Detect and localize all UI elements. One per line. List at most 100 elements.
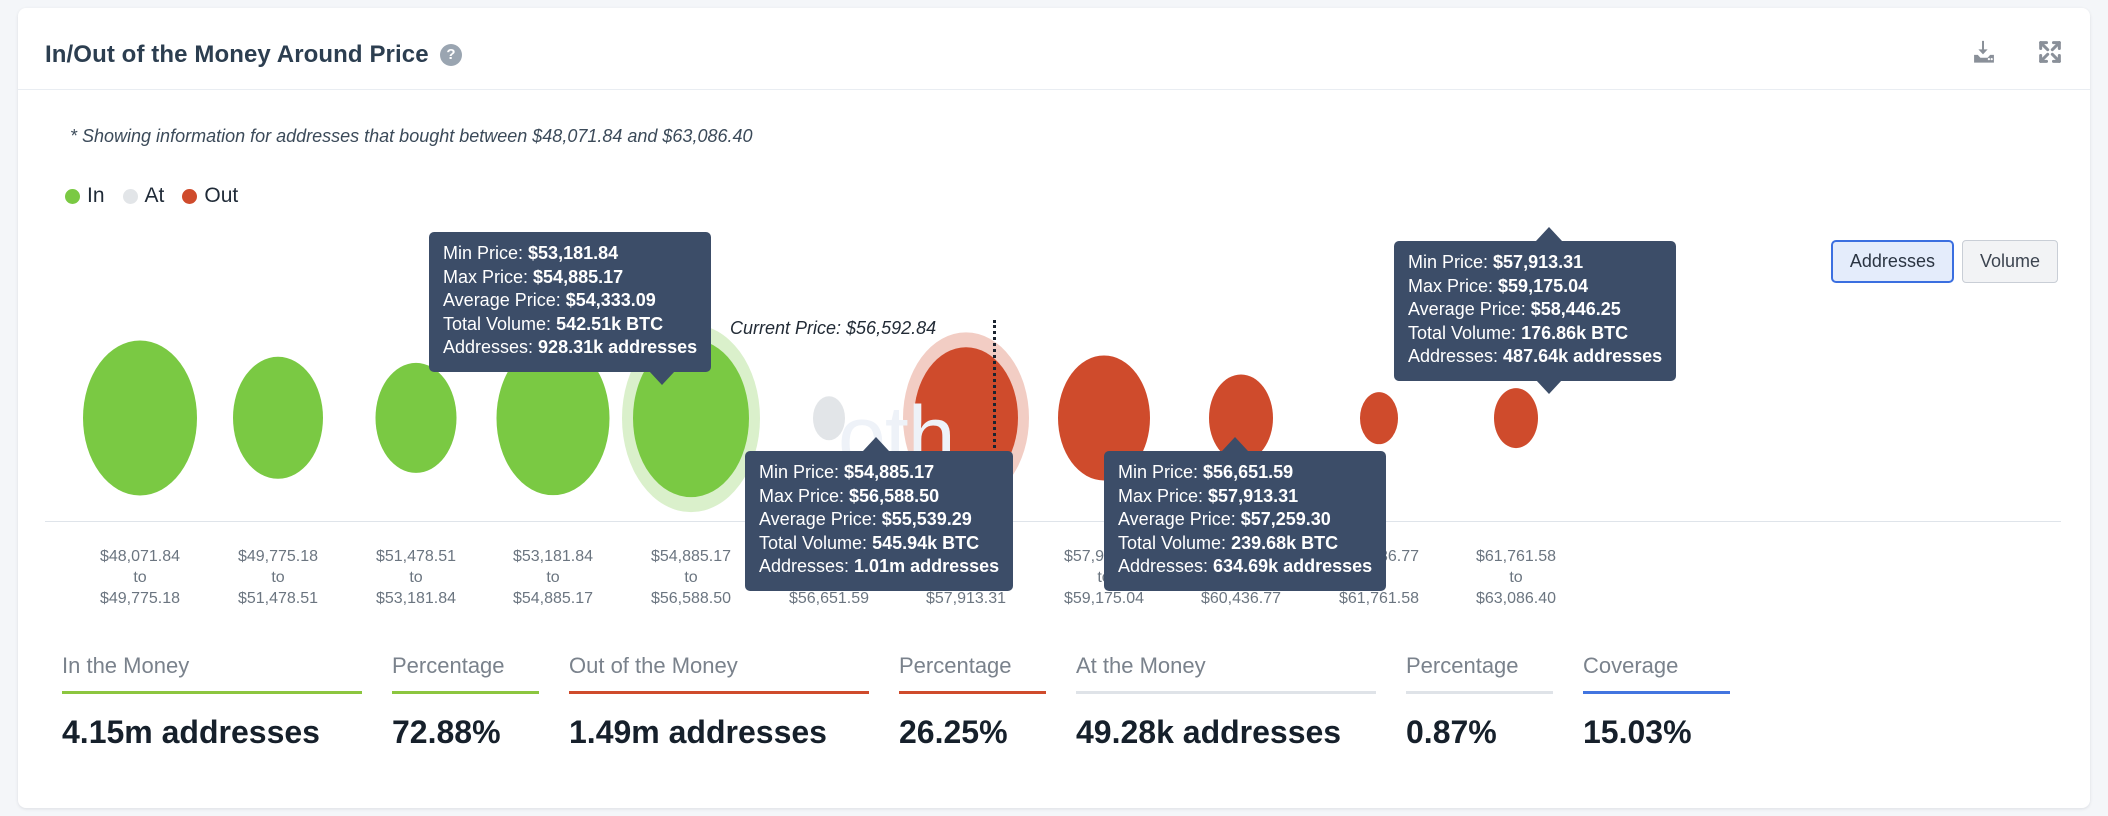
tooltip-key: Addresses: (1408, 346, 1504, 366)
stat-label: Percentage (899, 653, 1012, 678)
tooltip-key: Max Price: (1408, 275, 1499, 296)
page-title: In/Out of the Money Around Price (45, 41, 429, 68)
bubble-out-9[interactable] (1360, 392, 1398, 444)
tooltip-row: Max Price: $56,588.50 (759, 485, 999, 509)
tooltip-key: Total Volume: (1408, 322, 1522, 343)
legend-item-out[interactable]: Out (182, 184, 238, 208)
tooltip-row: Addresses: 928.31k addresses (443, 336, 697, 360)
card-header: In/Out of the Money Around Price ? (18, 8, 2090, 90)
x-axis-line (45, 521, 2061, 522)
legend-label: In (87, 184, 105, 207)
tooltip-value: 542.51k BTC (556, 313, 664, 334)
tooltip-bin-5: Min Price: $54,885.17 Max Price: $56,588.… (745, 437, 1014, 591)
bubble-at-5[interactable] (813, 396, 845, 440)
expand-icon[interactable] (2036, 38, 2064, 66)
tooltip-row: Total Volume: 176.86k BTC (1408, 322, 1662, 346)
tooltip-key: Total Volume: (443, 313, 557, 334)
tooltip-bin-4: Min Price: $53,181.84 Max Price: $54,885.… (429, 232, 712, 385)
tooltip-key: Average Price: (1118, 509, 1241, 529)
tooltip-key: Addresses: (759, 556, 855, 576)
legend-item-in[interactable]: In (65, 184, 105, 208)
stat-label: Percentage (392, 653, 505, 678)
tooltip-value: 239.68k BTC (1231, 532, 1339, 553)
stat-percentage-1: Percentage 72.88% (392, 653, 539, 751)
tooltip-value: $55,539.29 (881, 509, 972, 529)
download-icon[interactable] (1970, 38, 1998, 66)
tooltip-row: Addresses: 1.01m addresses (759, 555, 999, 579)
tooltip-value: 487.64k addresses (1503, 346, 1663, 366)
stat-value: 26.25% (899, 714, 1008, 750)
stat-value: 49.28k addresses (1076, 714, 1342, 750)
stat-value: 72.88% (392, 714, 501, 750)
legend-dot-icon (122, 188, 138, 204)
tooltip-row: Average Price: $55,539.29 (759, 508, 999, 532)
tooltip-row: Average Price: $58,446.25 (1408, 298, 1662, 322)
tooltip-key: Min Price: (1408, 252, 1494, 272)
tooltip-arrow-icon (649, 370, 675, 385)
stat-percentage-3: Percentage 26.25% (899, 653, 1046, 751)
tooltip-row: Max Price: $57,913.31 (1118, 485, 1372, 509)
tooltip-key: Max Price: (1118, 485, 1209, 506)
bubble-in-0[interactable] (83, 340, 197, 496)
tooltip-value: $59,175.04 (1498, 275, 1589, 296)
tooltip-key: Total Volume: (1118, 532, 1232, 553)
tooltip-value: $57,913.31 (1208, 485, 1299, 506)
tooltip-row: Total Volume: 239.68k BTC (1118, 532, 1372, 556)
header-actions (1970, 38, 2064, 66)
stat-at-the-money-4: At the Money 49.28k addresses (1076, 653, 1376, 751)
tooltip-row: Max Price: $54,885.17 (443, 266, 697, 290)
tooltip-value: 176.86k BTC (1521, 322, 1629, 343)
stat-value: 4.15m addresses (62, 714, 320, 750)
tooltip-row: Min Price: $53,181.84 (443, 242, 697, 266)
tooltip-arrow-icon (1536, 379, 1562, 394)
x-label-to: to (1509, 569, 1523, 586)
tooltip-row: Min Price: $57,913.31 (1408, 251, 1662, 275)
x-label-min: $61,761.58 (1475, 548, 1557, 565)
tooltip-key: Min Price: (759, 462, 845, 482)
tooltip-value: 634.69k addresses (1213, 556, 1373, 576)
tooltip-arrow-icon (1222, 437, 1248, 451)
toggle-volume-button[interactable]: Volume (1961, 240, 2058, 283)
tooltip-bin-7: Min Price: $56,651.59 Max Price: $57,913.… (1104, 437, 1387, 591)
tooltip-key: Addresses: (443, 337, 539, 357)
tooltip-row: Total Volume: 545.94k BTC (759, 532, 999, 556)
metric-toggle: Addresses Volume (1830, 240, 2058, 283)
tooltip-value: $58,446.25 (1530, 299, 1621, 319)
stat-out-of-the-money-2: Out of the Money 1.49m addresses (569, 653, 869, 751)
x-label-max: $63,086.40 (1475, 590, 1557, 607)
tooltip-value: 1.01m addresses (854, 556, 1000, 576)
tooltip-row: Min Price: $56,651.59 (1118, 461, 1372, 485)
tooltip-arrow-icon (1536, 227, 1562, 241)
bubble-in-2[interactable] (375, 362, 457, 474)
tooltip-row: Addresses: 487.64k addresses (1408, 345, 1662, 369)
stat-label: Percentage (1406, 653, 1519, 678)
tooltip-row: Average Price: $57,259.30 (1118, 508, 1372, 532)
legend-label: Out (204, 184, 239, 207)
tooltip-value: 545.94k BTC (872, 532, 980, 553)
tooltip-value: $54,885.17 (844, 462, 935, 482)
tooltip-row: Average Price: $54,333.09 (443, 289, 697, 313)
stat-value: 1.49m addresses (569, 714, 827, 750)
tooltip-row: Min Price: $54,885.17 (759, 461, 999, 485)
tooltip-key: Min Price: (443, 243, 529, 263)
stat-value: 0.87% (1406, 714, 1497, 750)
tooltip-bin-8: Min Price: $57,913.31 Max Price: $59,175.… (1394, 227, 1677, 394)
legend-item-at[interactable]: At (122, 184, 164, 208)
range-note: * Showing information for addresses that… (70, 126, 753, 146)
legend-dot-icon (65, 188, 80, 204)
tooltip-value: $53,181.84 (528, 243, 619, 263)
tooltip-key: Max Price: (759, 485, 850, 506)
stat-coverage-6: Coverage 15.03% (1583, 653, 1730, 751)
stat-label: Out of the Money (569, 653, 738, 678)
bubble-plot (45, 308, 2065, 528)
help-icon[interactable]: ? (440, 44, 462, 66)
toggle-addresses-button[interactable]: Addresses (1830, 240, 1954, 283)
bubble-in-1[interactable] (233, 356, 323, 480)
tooltip-key: Average Price: (759, 509, 882, 529)
in-out-money-card: In/Out of the Money Around Price ? * Sho… (18, 8, 2090, 808)
tooltip-value: $56,651.59 (1203, 462, 1294, 482)
bubble-out-10[interactable] (1494, 388, 1538, 448)
x-axis-label-10: $61,761.58 to $63,086.40 (1421, 546, 1611, 609)
tooltip-row: Addresses: 634.69k addresses (1118, 555, 1372, 579)
tooltip-value: $57,913.31 (1493, 252, 1584, 272)
